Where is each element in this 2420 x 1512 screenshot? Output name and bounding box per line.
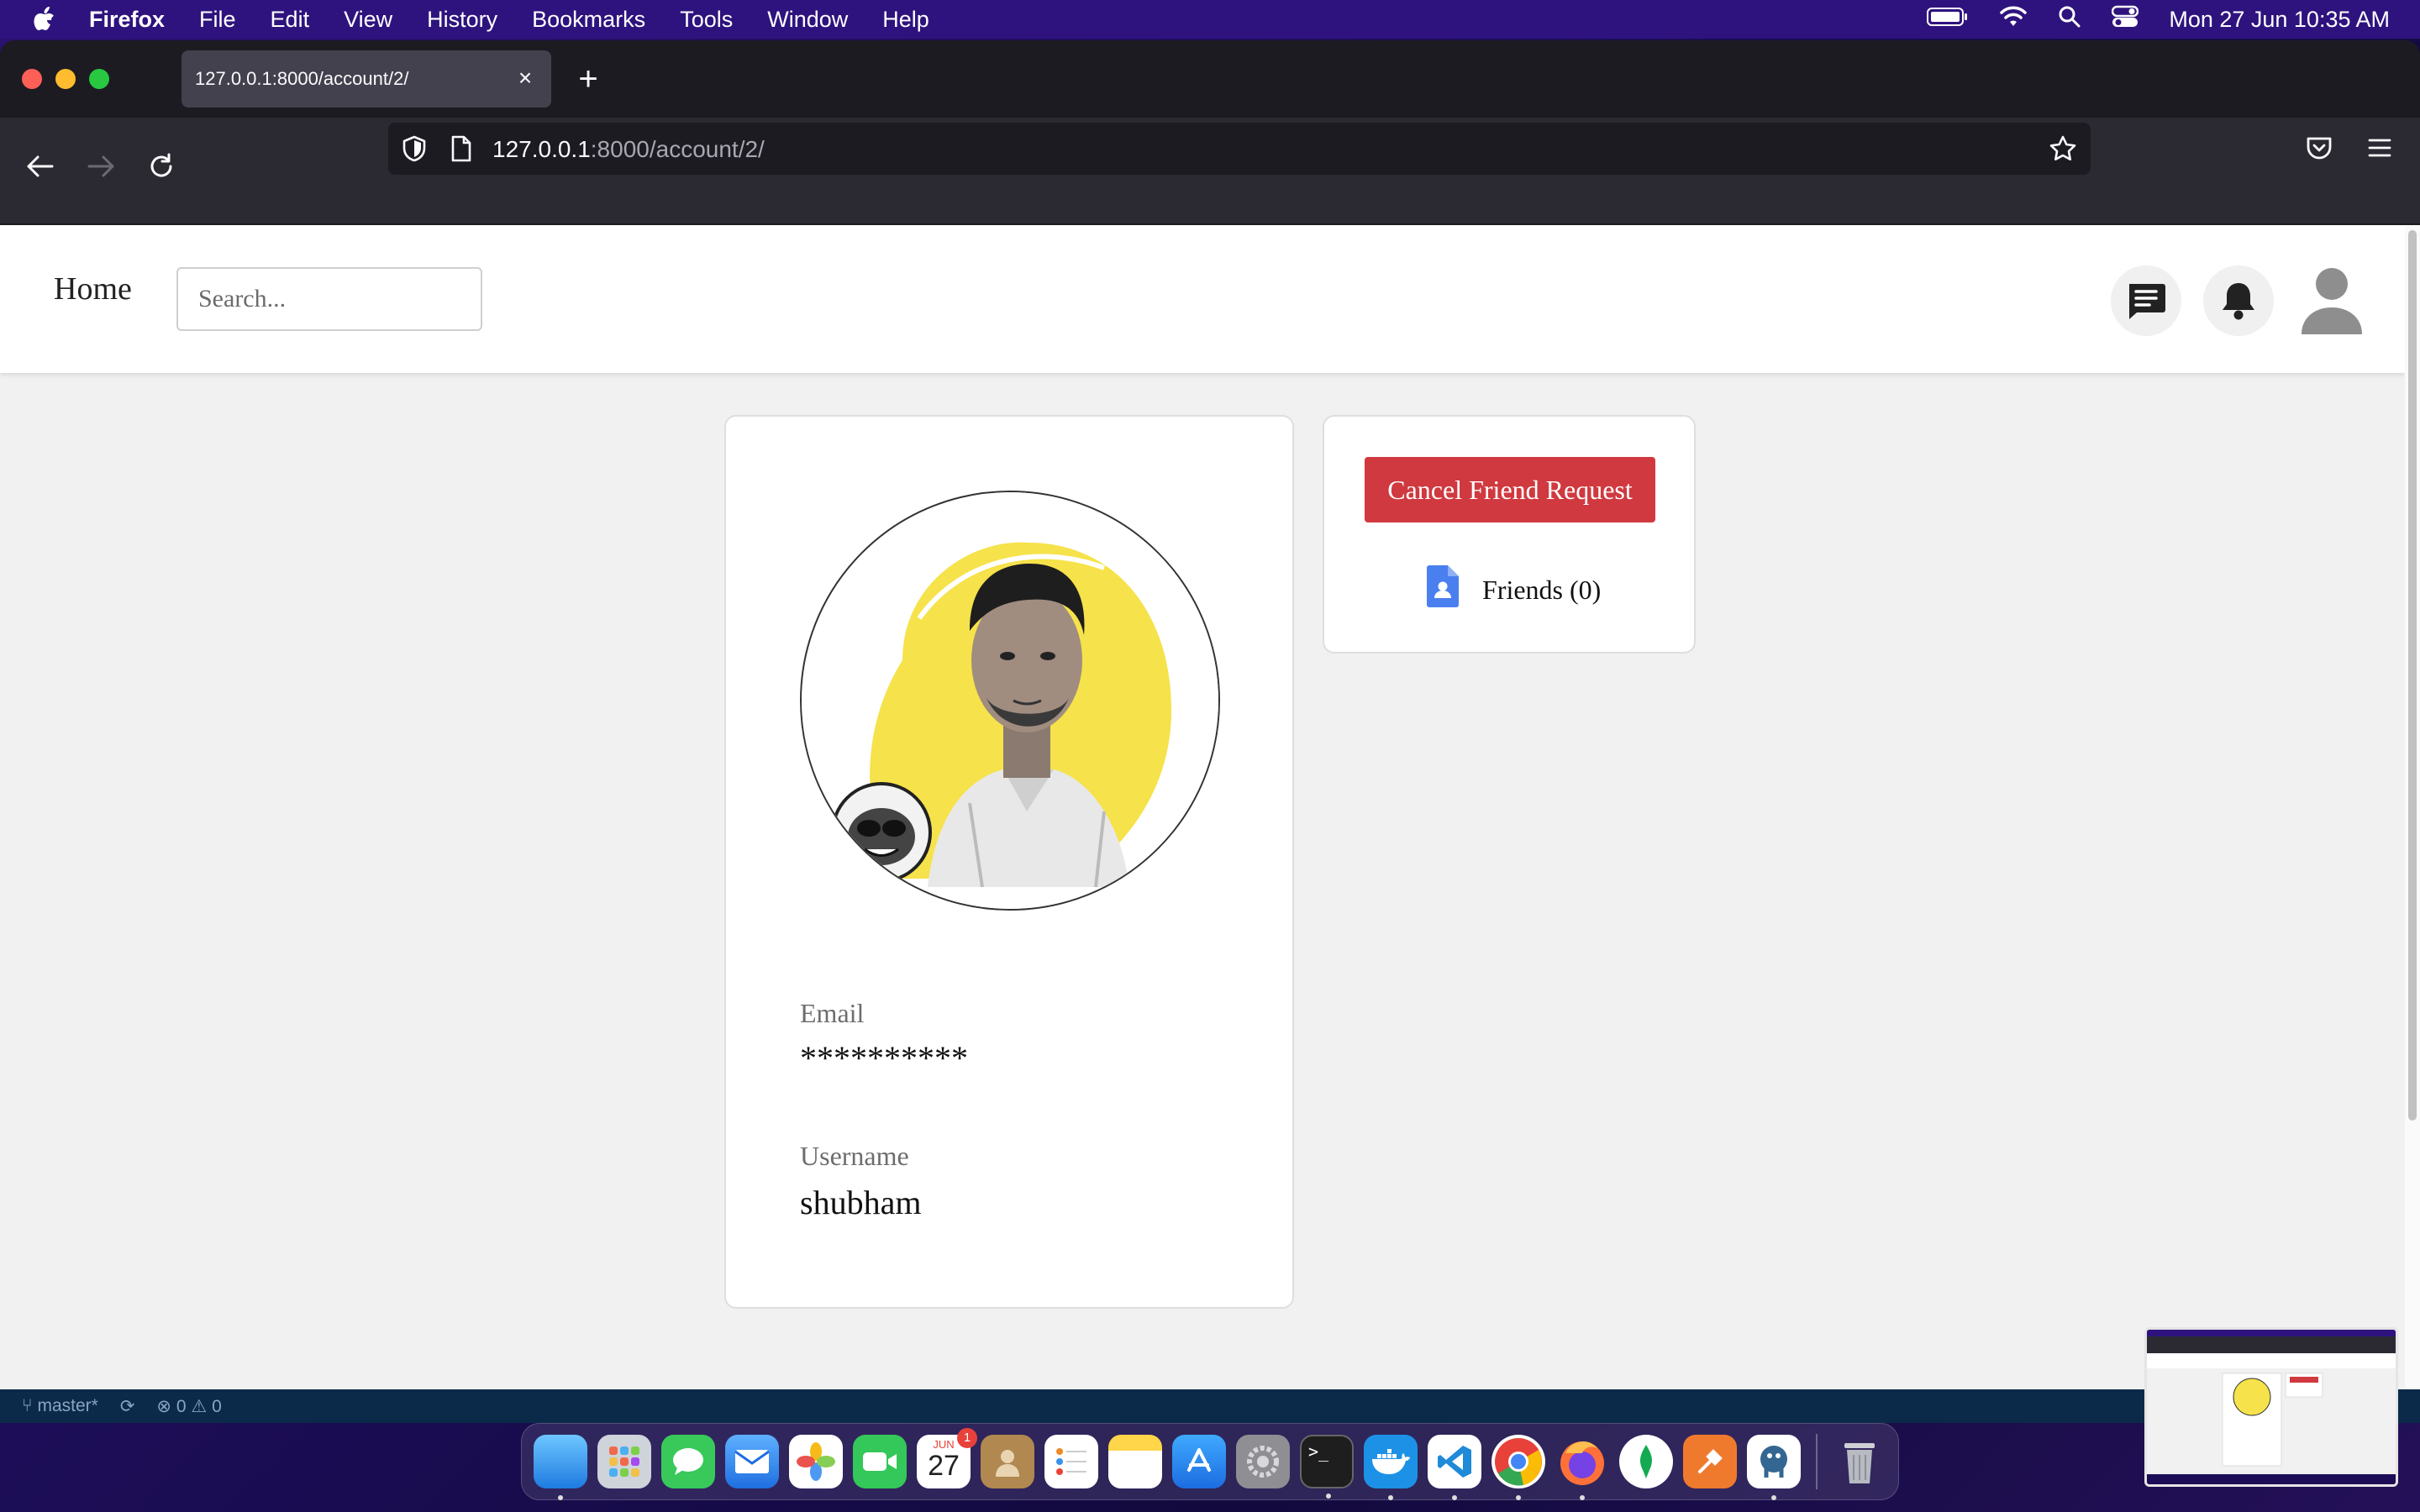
calendar-month: JUN xyxy=(933,1438,955,1451)
reload-icon[interactable] xyxy=(143,148,180,185)
username-value: shubham xyxy=(800,1184,922,1221)
profile-card: Email ********** Username shubham xyxy=(724,415,1294,1309)
error-count: 0 xyxy=(176,1396,187,1416)
system-preferences-icon[interactable] xyxy=(1236,1435,1290,1488)
calendar-badge: 1 xyxy=(957,1428,977,1448)
messages-icon[interactable] xyxy=(661,1435,715,1488)
hamburger-menu-icon[interactable] xyxy=(2363,131,2396,165)
menu-history[interactable]: History xyxy=(427,7,497,33)
menu-view[interactable]: View xyxy=(344,7,392,33)
pocket-icon[interactable] xyxy=(2302,131,2336,165)
calendar-icon[interactable]: JUN 27 1 xyxy=(917,1428,977,1488)
window-zoom-button[interactable] xyxy=(89,69,109,89)
photos-icon[interactable] xyxy=(789,1435,843,1488)
terminal-icon[interactable]: >_ xyxy=(1300,1435,1354,1499)
back-arrow-icon[interactable] xyxy=(22,148,59,185)
tab-strip: 127.0.0.1:8000/account/2/ × + xyxy=(0,40,2420,118)
url-path: :8000/account/2/ xyxy=(590,136,765,162)
menu-file[interactable]: File xyxy=(199,7,236,33)
editor-status-bar: ⑂ master* ⟳ ⊗ 0 ⚠ 0 xyxy=(0,1389,2420,1423)
dock-separator xyxy=(1816,1434,1818,1489)
url-text[interactable]: 127.0.0.1:8000/account/2/ xyxy=(492,136,765,163)
error-icon: ⊗ xyxy=(156,1396,172,1416)
menu-tools[interactable]: Tools xyxy=(680,7,733,33)
notifications-bell-icon[interactable] xyxy=(2203,265,2274,336)
tracking-protection-shield-icon[interactable] xyxy=(402,135,427,166)
menu-help[interactable]: Help xyxy=(882,7,929,33)
notes-icon[interactable] xyxy=(1108,1435,1162,1488)
spotlight-search-icon[interactable] xyxy=(2058,5,2081,34)
search-input[interactable] xyxy=(176,267,482,331)
calendar-day: 27 xyxy=(928,1450,960,1482)
warning-count: 0 xyxy=(212,1396,222,1416)
firefox-icon[interactable] xyxy=(1555,1435,1609,1500)
chrome-icon[interactable] xyxy=(1491,1435,1545,1500)
menu-bookmarks[interactable]: Bookmarks xyxy=(532,7,645,33)
tab-close-icon[interactable]: × xyxy=(514,66,536,90)
profile-photo xyxy=(800,491,1220,911)
docker-icon[interactable] xyxy=(1364,1435,1418,1500)
window-close-button[interactable] xyxy=(22,69,42,89)
email-label: Email xyxy=(800,998,865,1028)
url-host: 127.0.0.1 xyxy=(492,136,591,162)
username-label: Username xyxy=(800,1141,909,1171)
mongodb-compass-icon[interactable] xyxy=(1619,1435,1673,1488)
thumbnail-preview-image xyxy=(2147,1330,2396,1484)
friends-link[interactable]: Friends (0) xyxy=(1425,564,1601,615)
dock: JUN 27 1 >_ xyxy=(521,1423,1899,1500)
postgresql-icon[interactable] xyxy=(1747,1435,1801,1500)
sync-icon[interactable]: ⟳ xyxy=(120,1396,135,1417)
menu-bar: Firefox File Edit View History Bookmarks… xyxy=(0,0,2420,39)
friends-contact-icon xyxy=(1425,564,1460,615)
browser-tab[interactable]: 127.0.0.1:8000/account/2/ × xyxy=(182,50,551,108)
tab-title: 127.0.0.1:8000/account/2/ xyxy=(195,68,409,89)
address-bar[interactable]: 127.0.0.1:8000/account/2/ xyxy=(388,123,2091,175)
menu-window[interactable]: Window xyxy=(767,7,848,33)
postman-icon[interactable] xyxy=(1683,1435,1737,1488)
account-avatar-icon[interactable] xyxy=(2297,265,2366,334)
chat-icon[interactable] xyxy=(2111,265,2181,336)
page-info-icon[interactable] xyxy=(450,135,472,166)
wifi-icon[interactable] xyxy=(1999,6,2028,34)
profile-portrait-illustration xyxy=(802,492,1218,909)
facetime-icon[interactable] xyxy=(853,1435,907,1488)
git-branch-icon: ⑂ xyxy=(22,1396,33,1415)
control-center-icon[interactable] xyxy=(2112,5,2139,34)
trash-icon[interactable] xyxy=(1833,1435,1886,1488)
menu-clock[interactable]: Mon 27 Jun 10:35 AM xyxy=(2169,7,2390,33)
contacts-icon[interactable] xyxy=(981,1435,1034,1488)
warning-icon: ⚠ xyxy=(191,1396,208,1416)
friend-actions-card: Cancel Friend Request Friends (0) xyxy=(1323,415,1696,654)
battery-icon[interactable] xyxy=(1927,7,1969,33)
home-link[interactable]: Home xyxy=(54,270,132,307)
menu-edit[interactable]: Edit xyxy=(271,7,310,33)
vscode-icon[interactable] xyxy=(1428,1435,1481,1500)
new-tab-button[interactable]: + xyxy=(571,62,605,96)
email-value: ********** xyxy=(800,1039,968,1077)
page-scrollbar[interactable] xyxy=(2405,225,2420,1389)
window-minimize-button[interactable] xyxy=(55,69,76,89)
bookmark-star-icon[interactable] xyxy=(2049,134,2077,167)
screenshot-preview-thumbnail[interactable] xyxy=(2144,1327,2398,1487)
menu-app-name[interactable]: Firefox xyxy=(89,7,165,33)
reminders-icon[interactable] xyxy=(1044,1435,1098,1488)
launchpad-icon[interactable] xyxy=(597,1435,651,1488)
firefox-window: 127.0.0.1:8000/account/2/ × + 127.0.0.1:… xyxy=(0,40,2420,1389)
cancel-friend-request-button[interactable]: Cancel Friend Request xyxy=(1365,457,1655,522)
git-branch-name: master* xyxy=(37,1396,98,1415)
friends-count-label: Friends (0) xyxy=(1482,574,1602,605)
app-store-icon[interactable] xyxy=(1172,1435,1226,1488)
web-page: Home Search... Email ********** Username… xyxy=(0,225,2420,1389)
apple-icon[interactable] xyxy=(32,6,55,33)
scrollbar-thumb[interactable] xyxy=(2408,230,2417,1121)
finder-icon[interactable] xyxy=(534,1435,587,1500)
git-branch-indicator[interactable]: ⑂ master* xyxy=(22,1396,98,1416)
site-header: Home xyxy=(0,225,2405,373)
mail-icon[interactable] xyxy=(725,1435,779,1488)
problems-indicator[interactable]: ⊗ 0 ⚠ 0 xyxy=(156,1396,221,1417)
forward-arrow-icon[interactable] xyxy=(82,148,119,185)
